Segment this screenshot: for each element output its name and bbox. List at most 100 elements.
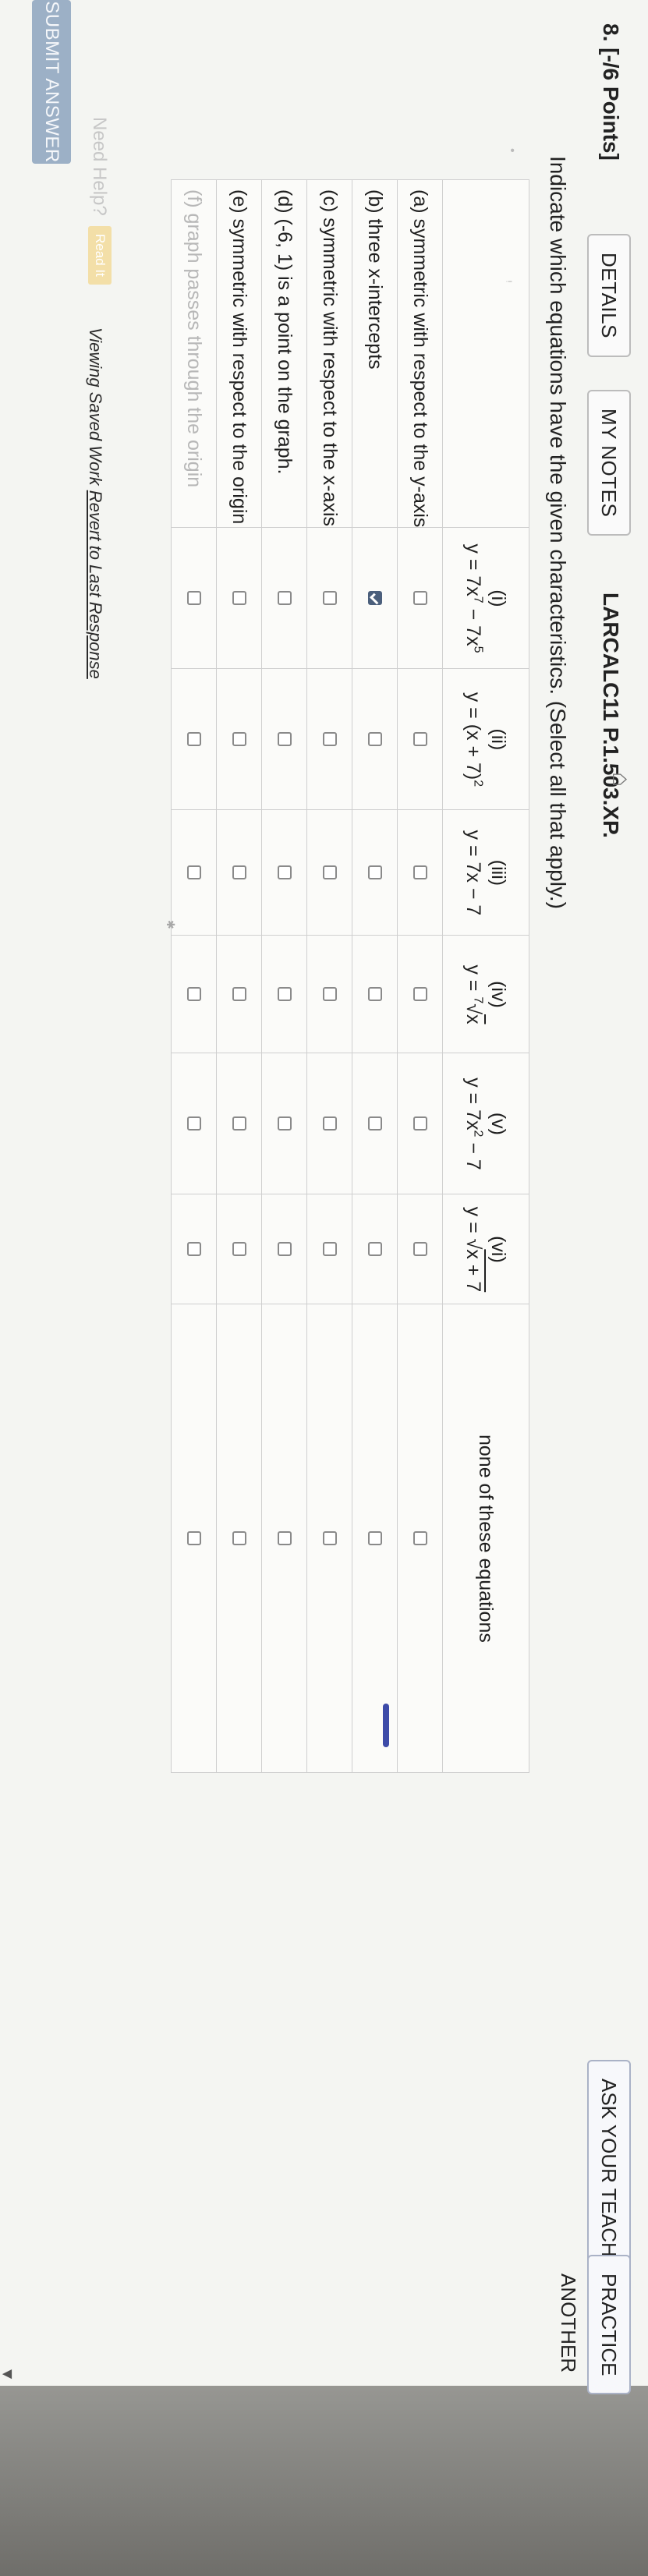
- answer-checkbox[interactable]: [277, 1531, 292, 1546]
- answer-checkbox[interactable]: [277, 987, 292, 1002]
- answer-checkbox[interactable]: [413, 987, 427, 1002]
- submit-answer-button[interactable]: SUBMIT ANSWER: [32, 0, 71, 164]
- answer-checkbox[interactable]: [322, 1531, 337, 1546]
- checkbox-cell: [352, 809, 398, 936]
- answer-checkbox[interactable]: [367, 1116, 382, 1131]
- answer-checkbox[interactable]: [367, 1531, 382, 1546]
- table-row: (f) graph passes through the origin: [171, 179, 217, 1773]
- column-header-3: (iii) y = 7x − 7: [442, 809, 529, 936]
- row-label: (c) symmetric with respect to the x-axis: [306, 179, 352, 528]
- column-equation: y = 7√x: [462, 964, 485, 1024]
- checkbox-cell: [216, 935, 262, 1053]
- answer-checkbox[interactable]: [367, 732, 382, 747]
- scrollbar-thumb[interactable]: [383, 1704, 389, 1747]
- answer-checkbox[interactable]: [232, 865, 246, 880]
- question-header: 8. [-/6 Points] DETAILS MY NOTES LARCALC…: [557, 0, 636, 2395]
- answer-checkbox[interactable]: [186, 987, 201, 1002]
- column-roman: (vi): [487, 1236, 509, 1263]
- decor-mark-icon: ᵎ: [503, 281, 515, 283]
- answer-checkbox[interactable]: [186, 1531, 201, 1546]
- column-header-4: (iv) y = 7√x: [442, 935, 529, 1053]
- checkbox-cell: [306, 1304, 352, 1773]
- checkbox-cell: [397, 1194, 443, 1304]
- checkbox-cell: [306, 809, 352, 936]
- answer-checkbox[interactable]: [322, 987, 337, 1002]
- details-tab[interactable]: DETAILS: [587, 234, 631, 357]
- answer-checkbox[interactable]: [367, 987, 382, 1002]
- answer-checkbox[interactable]: [322, 865, 337, 880]
- answer-table: (i) y = 7x7 − 7x5 (ii) y = (x + 7)2 (iii) y =…: [171, 179, 529, 1774]
- question-number: 8. [-/6 Points]: [599, 23, 623, 161]
- answer-checkbox[interactable]: [322, 1116, 337, 1131]
- answer-checkbox[interactable]: [367, 865, 382, 880]
- checkbox-cell: [261, 935, 307, 1053]
- checkbox-cell: [171, 1194, 217, 1304]
- column-equation: none of these equations: [475, 1434, 497, 1643]
- answer-checkbox[interactable]: [277, 591, 292, 606]
- answer-checkbox[interactable]: [413, 865, 427, 880]
- checkbox-cell: [171, 1053, 217, 1194]
- column-equation: y = √x + 7: [462, 1206, 484, 1293]
- answer-checkbox[interactable]: [186, 591, 201, 606]
- column-roman: (i): [487, 589, 509, 607]
- answer-checkbox[interactable]: [232, 591, 246, 606]
- answer-checkbox[interactable]: [277, 1242, 292, 1257]
- checkbox-cell: [306, 668, 352, 810]
- checkbox-cell: [216, 668, 262, 810]
- column-roman: (v): [487, 1112, 509, 1136]
- checkbox-cell: [261, 809, 307, 936]
- checkbox-cell: [352, 1304, 398, 1773]
- checkbox-cell: [352, 668, 398, 810]
- practice-another-button[interactable]: PRACTICE ANOTHER: [557, 2255, 631, 2395]
- column-roman: (ii): [487, 728, 509, 751]
- answer-checkbox[interactable]: [186, 1116, 201, 1131]
- answer-checkbox[interactable]: [413, 732, 427, 747]
- revert-link[interactable]: Revert to Last Response: [86, 490, 105, 679]
- answer-checkbox[interactable]: [186, 1242, 201, 1257]
- checkbox-cell: [306, 527, 352, 669]
- answer-checkbox[interactable]: [277, 732, 292, 747]
- need-help-label: Need Help?: [89, 117, 110, 216]
- answer-checkbox[interactable]: [232, 1116, 246, 1131]
- answer-checkbox[interactable]: [322, 1242, 337, 1257]
- checkbox-cell: [216, 1053, 262, 1194]
- pointer-dot-icon: •: [505, 148, 519, 153]
- table-row: (e) symmetric with respect to the origin: [216, 179, 262, 1773]
- answer-checkbox[interactable]: [277, 1116, 292, 1131]
- checkbox-cell: [171, 527, 217, 669]
- answer-checkbox[interactable]: [232, 1242, 246, 1257]
- saved-work-notice: Viewing Saved Work Revert to Last Respon…: [85, 327, 105, 679]
- answer-checkbox[interactable]: [413, 591, 427, 606]
- checkbox-cell: [397, 935, 443, 1053]
- my-notes-tab[interactable]: MY NOTES: [587, 390, 631, 536]
- checkbox-cell: [397, 527, 443, 669]
- answer-checkbox[interactable]: [413, 1531, 427, 1546]
- answer-checkbox[interactable]: [186, 732, 201, 747]
- answer-checkbox[interactable]: [322, 732, 337, 747]
- table-row: (d) (-6, 1) is a point on the graph.: [261, 179, 307, 1773]
- answer-checkbox[interactable]: [367, 591, 382, 606]
- table-row: (b) three x-intercepts: [352, 179, 398, 1773]
- help-bar: Need Help? Read It Viewing Saved Work Re…: [80, 117, 112, 975]
- checkbox-cell: [261, 1053, 307, 1194]
- rotated-page: 8. [-/6 Points] DETAILS MY NOTES LARCALC…: [0, 0, 648, 2576]
- checkbox-cell: [352, 1053, 398, 1194]
- answer-checkbox[interactable]: [232, 987, 246, 1002]
- answer-checkbox[interactable]: [277, 865, 292, 880]
- checkbox-cell: [352, 527, 398, 669]
- answer-checkbox[interactable]: [413, 1116, 427, 1131]
- checkbox-cell: [397, 668, 443, 810]
- checkbox-cell: [216, 1304, 262, 1773]
- table-row: (c) symmetric with respect to the x-axis: [306, 179, 352, 1773]
- answer-checkbox[interactable]: [232, 1531, 246, 1546]
- answer-checkbox[interactable]: [322, 591, 337, 606]
- answer-checkbox[interactable]: [367, 1242, 382, 1257]
- row-label: (d) (-6, 1) is a point on the graph.: [261, 179, 307, 528]
- answer-checkbox[interactable]: [232, 732, 246, 747]
- read-it-button[interactable]: Read It: [88, 226, 112, 285]
- table-row: (a) symmetric with respect to the y-axis: [397, 179, 443, 1773]
- checkbox-cell: [306, 1194, 352, 1304]
- row-label: (f) graph passes through the origin: [171, 179, 217, 528]
- answer-checkbox[interactable]: [413, 1242, 427, 1257]
- answer-checkbox[interactable]: [186, 865, 201, 880]
